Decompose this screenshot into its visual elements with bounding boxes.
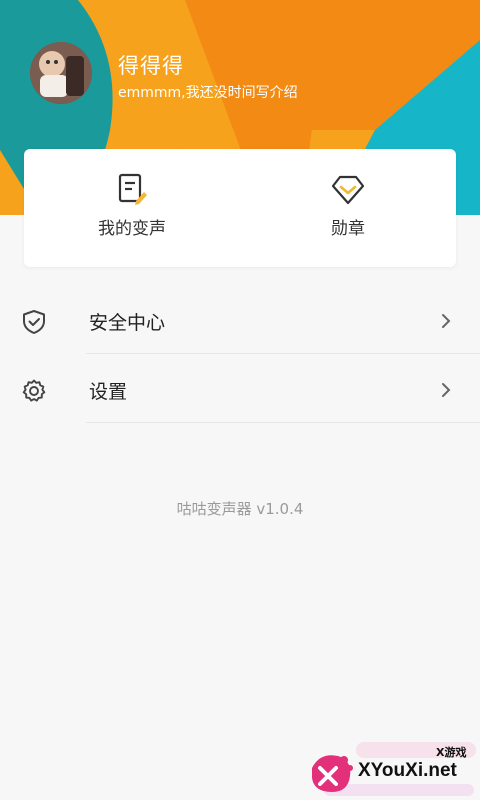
settings-label: 设置: [89, 381, 128, 403]
watermark-site: XYouXi.net: [358, 760, 457, 781]
voice-note-icon: [118, 173, 147, 205]
menu-item-settings[interactable]: 设置: [0, 355, 480, 425]
gear-icon: [22, 379, 46, 402]
divider: [86, 422, 480, 423]
quick-actions-card: 我的变声 勋章: [24, 149, 456, 267]
security-center-label: 安全中心: [89, 312, 166, 334]
user-nickname: 得得得: [118, 54, 184, 78]
chevron-right-icon: [442, 383, 451, 397]
avatar[interactable]: [30, 42, 92, 104]
medals-label: 勋章: [331, 219, 365, 239]
shield-icon: [23, 310, 45, 334]
watermark-tag: X游戏: [436, 746, 467, 759]
my-voice-changes-label: 我的变声: [98, 219, 166, 239]
user-bio: emmmm,我还没时间写介绍: [118, 85, 298, 101]
medal-icon: [331, 175, 365, 205]
app-version: 咕咕变声器 v1.0.4: [176, 500, 304, 518]
medals-button[interactable]: 勋章: [240, 149, 456, 267]
menu-item-security-center[interactable]: 安全中心: [0, 286, 480, 356]
divider: [86, 353, 480, 354]
my-voice-changes-button[interactable]: 我的变声: [24, 149, 240, 267]
chevron-right-icon: [442, 314, 451, 328]
